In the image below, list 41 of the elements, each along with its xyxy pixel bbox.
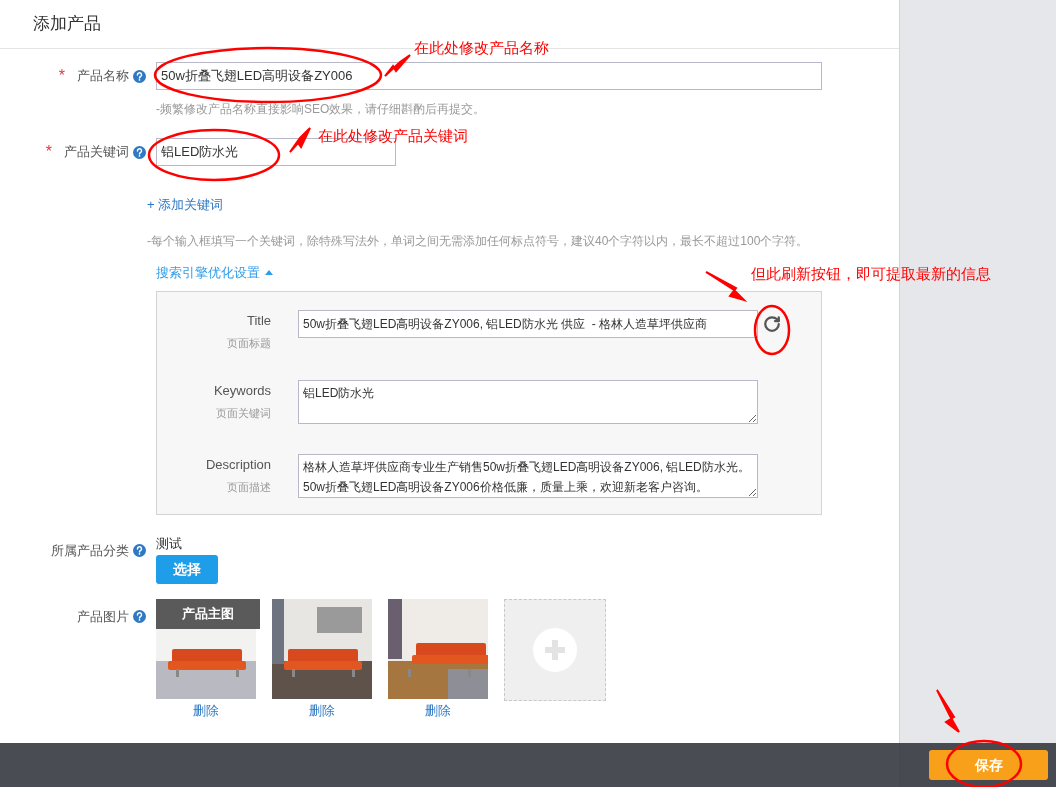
seo-field-sublabel: 页面关键词 <box>216 406 271 420</box>
annotation-arrow <box>936 689 960 733</box>
caret-icon <box>265 270 273 275</box>
help-icon[interactable] <box>133 544 146 558</box>
field-label: 产品关键词 <box>64 143 129 162</box>
help-icon[interactable] <box>133 610 146 624</box>
seo-title-field[interactable]: 50w折叠飞翅LED高明设备ZY006, 铝LED防水光 供应 - 格林人造草坪供应商 <box>298 310 758 338</box>
seo-settings-toggle[interactable]: 搜索引擎优化设置 <box>156 262 273 283</box>
seo-textarea[interactable]: 铝LED防水光 <box>298 380 758 424</box>
category-value: 测试 <box>156 536 182 552</box>
seo-field-sublabel: 页面描述 <box>227 480 271 494</box>
annotation-ellipse <box>753 304 791 356</box>
seo-field-label: Title <box>246 313 271 329</box>
annotation-arrow <box>289 127 311 153</box>
help-icon[interactable] <box>133 69 146 83</box>
main-image-badge: 产品主图 <box>156 599 260 629</box>
annotation-arrow <box>384 54 411 77</box>
annotation-arrow <box>705 271 748 303</box>
add-keyword-link[interactable]: + 添加关键词 <box>147 197 224 212</box>
help-icon[interactable] <box>133 145 146 159</box>
annotation-text: 但此刷新按钮，即可提取最新的信息 <box>751 264 991 284</box>
seo-field-sublabel: 页面标题 <box>227 336 271 350</box>
refresh-icon[interactable] <box>763 315 781 333</box>
select-button[interactable]: 选择 <box>156 555 218 584</box>
field-label: 产品名称 <box>77 67 129 86</box>
seo-textarea[interactable]: 格林人造草坪供应商专业生产销售50w折叠飞翅LED高明设备ZY006, 铝LED防水光。50w折叠飞翅LED高明设备ZY006价格低廉，质量上乘，欢迎新老客户咨询。 <box>298 454 758 498</box>
page-title: 添加产品 <box>33 13 101 36</box>
plus-icon <box>533 628 577 672</box>
annotation-text: 在此处修改产品名称 <box>414 38 549 58</box>
field-label: 产品图片 <box>77 608 129 626</box>
delete-link[interactable]: 删除 <box>425 701 451 721</box>
field-label: 所属产品分类 <box>51 542 129 560</box>
hint-text: -每个输入框填写一个关键词，除特殊写法外，单词之间无需添加任何标点符号，建议40个字符以内，最长不超过100个字符。 <box>147 234 809 248</box>
required-asterisk: * <box>45 142 52 162</box>
seo-field-label: Description <box>205 457 271 473</box>
hint-text: -频繁修改产品名称直接影响SEO效果，请仔细斟酌后再提交。 <box>156 102 486 116</box>
delete-link[interactable]: 删除 <box>193 701 219 721</box>
delete-link[interactable]: 删除 <box>309 701 335 721</box>
required-asterisk: * <box>58 66 65 86</box>
seo-field-label: Keywords <box>213 383 271 399</box>
product-name-field[interactable]: 50w折叠飞翅LED高明设备ZY006 <box>156 62 822 90</box>
